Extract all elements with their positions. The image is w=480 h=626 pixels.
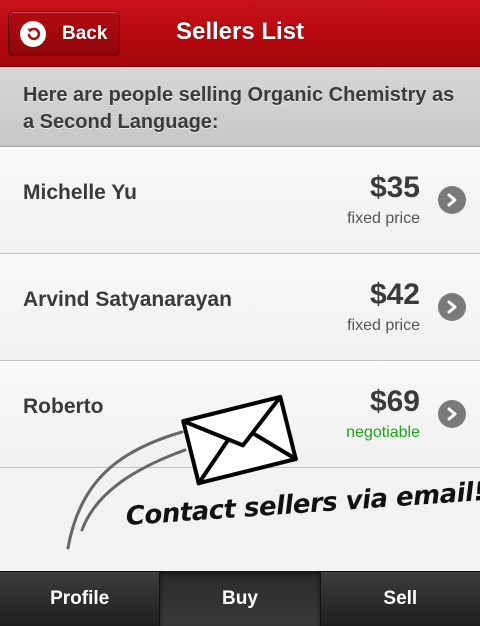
seller-price: $69 bbox=[369, 385, 420, 418]
intro-text: Here are people selling Organic Chemistr… bbox=[23, 84, 455, 133]
tab-buy[interactable]: Buy bbox=[160, 572, 321, 626]
tab-bar: Profile Buy Sell bbox=[0, 571, 480, 626]
sellers-list: Michelle Yu $35 fixed price Arvind Satya… bbox=[0, 147, 480, 468]
chevron-right-icon[interactable] bbox=[438, 400, 466, 428]
tab-profile[interactable]: Profile bbox=[0, 572, 161, 626]
page-title: Sellers List bbox=[175, 18, 305, 45]
intro-section: Here are people selling Organic Chemistr… bbox=[0, 67, 480, 147]
seller-row[interactable]: Arvind Satyanarayan $42 fixed price bbox=[0, 254, 480, 361]
seller-row[interactable]: Michelle Yu $35 fixed price bbox=[0, 147, 480, 254]
seller-price: $35 bbox=[369, 171, 420, 204]
tab-sell[interactable]: Sell bbox=[321, 572, 480, 626]
chevron-right-icon[interactable] bbox=[438, 186, 466, 214]
seller-terms-negotiable: negotiable bbox=[346, 424, 420, 441]
chevron-right-icon[interactable] bbox=[438, 293, 466, 321]
annotation-text: Contact sellers via email! bbox=[124, 476, 480, 532]
seller-name: Michelle Yu bbox=[23, 181, 137, 204]
seller-terms: fixed price bbox=[347, 317, 420, 334]
seller-row[interactable]: Roberto $69 negotiable bbox=[0, 361, 480, 468]
seller-name: Roberto bbox=[23, 395, 104, 418]
seller-price: $42 bbox=[369, 278, 420, 311]
seller-name: Arvind Satyanarayan bbox=[23, 288, 232, 311]
seller-terms: fixed price bbox=[347, 210, 420, 227]
nav-bar: Back Sellers List bbox=[0, 0, 480, 67]
